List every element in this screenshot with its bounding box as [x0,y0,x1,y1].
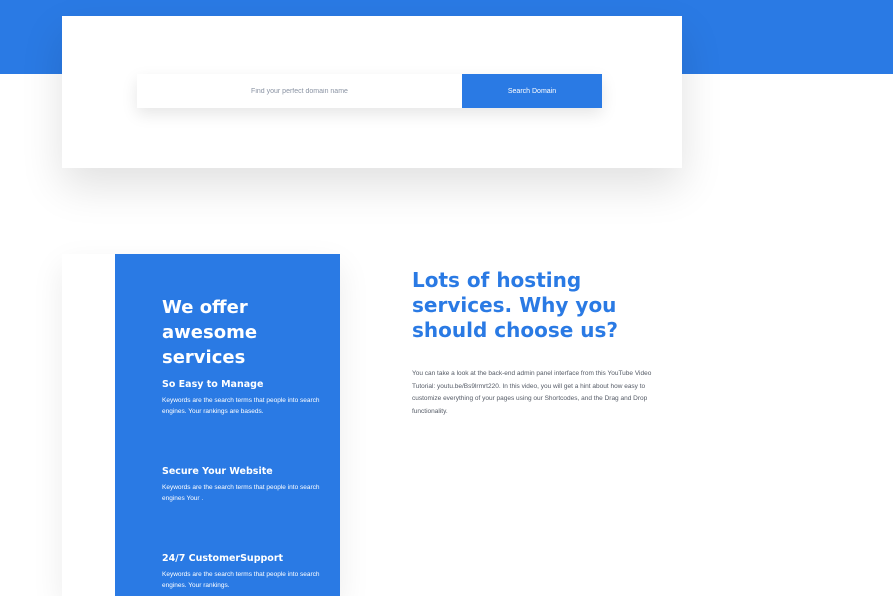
feature-text: Keywords are the search terms that peopl… [162,397,320,415]
services-card: We offer awesome services So Easy to Man… [62,254,340,596]
feature-title: Secure Your Website [162,466,273,477]
domain-search-bar: Search Domain [137,74,602,108]
domain-search-input[interactable] [137,74,462,108]
search-domain-button[interactable]: Search Domain [462,74,602,108]
about-body-text: You can take a look at the back-end admi… [412,370,652,415]
feature-customer-support: 24/7 CustomerSupport Keywords are the se… [162,553,334,591]
services-panel: We offer awesome services So Easy to Man… [115,254,340,596]
domain-search-card: Search Domain [62,16,682,168]
feature-text: Keywords are the search terms that peopl… [162,484,320,502]
feature-title: 24/7 CustomerSupport [162,553,284,564]
feature-text: Keywords are the search terms that peopl… [162,571,320,589]
feature-title: So Easy to Manage [162,379,264,390]
about-headline: Lots of hosting services. Why you should… [412,268,619,342]
feature-secure-website: Secure Your Website Keywords are the sea… [162,466,334,504]
services-title: We offer awesome services [162,297,258,368]
feature-easy-manage: So Easy to Manage Keywords are the searc… [162,379,334,417]
